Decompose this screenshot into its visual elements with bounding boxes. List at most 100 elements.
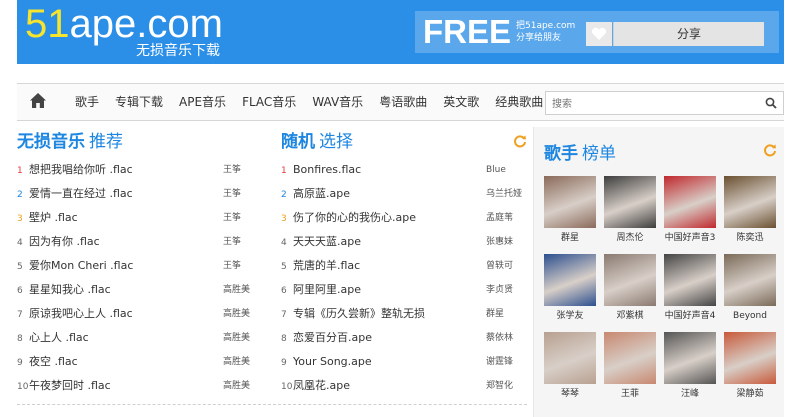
artist-photo[interactable] <box>664 254 716 306</box>
artist-name[interactable]: 中国好声音4 <box>664 306 716 327</box>
song-artist-link[interactable]: 群星 <box>486 302 504 326</box>
song-title-link[interactable]: 星星知我心 .flac <box>29 283 111 296</box>
song-artist-link[interactable]: 孟庭苇 <box>486 206 513 230</box>
artist-card[interactable]: 邓紫棋 <box>604 254 656 327</box>
song-artist-link[interactable]: 王筝 <box>223 206 241 230</box>
song-title-link[interactable]: 恋爱百分百.ape <box>293 331 372 344</box>
search-icon[interactable] <box>765 97 777 109</box>
nav-item[interactable]: FLAC音乐 <box>234 84 304 121</box>
artist-photo[interactable] <box>544 254 596 306</box>
artist-photo[interactable] <box>724 332 776 384</box>
song-rank: 8 <box>281 334 287 344</box>
nav-item[interactable]: 英文歌 <box>435 84 487 121</box>
song-artist-link[interactable]: 高胜美 <box>223 350 250 374</box>
artist-card[interactable]: 梁静茹 <box>724 332 776 405</box>
song-artist-link[interactable]: 高胜美 <box>223 374 250 398</box>
song-artist-link[interactable]: 王筝 <box>223 254 241 278</box>
artist-photo[interactable] <box>604 176 656 228</box>
song-title-link[interactable]: 伤了你的心的我伤心.ape <box>293 211 416 224</box>
song-artist-link[interactable]: 王筝 <box>223 182 241 206</box>
song-artist-link[interactable]: 乌兰托娅 <box>486 182 522 206</box>
artist-card[interactable]: 陈奕迅 <box>724 176 776 249</box>
artist-photo[interactable] <box>724 254 776 306</box>
artist-photo[interactable] <box>544 332 596 384</box>
artist-card[interactable]: Beyond <box>724 254 776 327</box>
artist-card[interactable]: 中国好声音4 <box>664 254 716 327</box>
artist-name[interactable]: 邓紫棋 <box>604 306 656 327</box>
song-artist-link[interactable]: 郑智化 <box>486 374 513 398</box>
song-artist-link[interactable]: 高胜美 <box>223 278 250 302</box>
artist-card[interactable]: 琴琴 <box>544 332 596 405</box>
song-title-link[interactable]: 专辑《历久尝新》整轨无损 <box>293 307 425 320</box>
song-title-link[interactable]: 壁炉 .flac <box>29 211 78 224</box>
song-artist-link[interactable]: Blue <box>486 158 506 182</box>
song-title-link[interactable]: 凤凰花.ape <box>293 379 350 392</box>
song-artist-link[interactable]: 高胜美 <box>223 302 250 326</box>
artist-photo[interactable] <box>664 176 716 228</box>
artist-name[interactable]: 群星 <box>544 228 596 249</box>
song-title-link[interactable]: Bonfires.flac <box>293 163 361 176</box>
artist-name[interactable]: 中国好声音3 <box>664 228 716 249</box>
artist-photo[interactable] <box>664 332 716 384</box>
artist-name[interactable]: Beyond <box>724 306 776 327</box>
nav-item[interactable]: 粤语歌曲 <box>371 84 435 121</box>
nav-item[interactable]: 专辑下载 <box>107 84 171 121</box>
song-artist-link[interactable]: 谢霆锋 <box>486 350 513 374</box>
song-list: 1 想把我唱给你听 .flac 王筝 2 爱情一直在经过 .flac 王筝 3 壁炉 .fla… <box>17 158 250 398</box>
song-artist-link[interactable]: 高胜美 <box>223 326 250 350</box>
home-icon[interactable] <box>29 92 47 110</box>
nav-item[interactable]: 经典歌曲 <box>487 84 551 121</box>
artist-photo[interactable] <box>604 332 656 384</box>
song-title-link[interactable]: 想把我唱给你听 .flac <box>29 163 133 176</box>
song-artist-link[interactable]: 张惠妹 <box>486 230 513 254</box>
song-rank: 9 <box>281 358 287 368</box>
artist-photo[interactable] <box>724 176 776 228</box>
song-title-link[interactable]: 荒唐的羊.flac <box>293 259 360 272</box>
song-title-link[interactable]: 夜空 .flac <box>29 355 78 368</box>
song-title-link[interactable]: Your Song.ape <box>293 355 372 368</box>
song-artist-link[interactable]: 李贞贤 <box>486 278 513 302</box>
lossless-list-title: 无损音乐 推荐 <box>17 132 123 152</box>
ranking-title: 歌手 榜单 <box>544 144 616 164</box>
nav-item[interactable]: APE音乐 <box>171 84 234 121</box>
artist-name[interactable]: 梁静茹 <box>724 384 776 405</box>
artist-name[interactable]: 周杰伦 <box>604 228 656 249</box>
song-title-link[interactable]: 爱你Mon Cheri .flac <box>29 259 133 272</box>
random-list-title: 随机 选择 <box>281 132 353 152</box>
song-title-link[interactable]: 原谅我吧心上人 .flac <box>29 307 133 320</box>
share-button[interactable]: 分享 <box>613 22 764 46</box>
song-list: 1 Bonfires.flac Blue 2 高原蓝.ape 乌兰托娅 3 伤了你的心的我伤心… <box>281 158 528 398</box>
artist-card[interactable]: 汪峰 <box>664 332 716 405</box>
song-artist-link[interactable]: 王筝 <box>223 230 241 254</box>
artist-card[interactable]: 群星 <box>544 176 596 249</box>
song-artist-link[interactable]: 王筝 <box>223 158 241 182</box>
artist-card[interactable]: 中国好声音3 <box>664 176 716 249</box>
song-title-link[interactable]: 心上人 .flac <box>29 331 89 344</box>
artist-name[interactable]: 王菲 <box>604 384 656 405</box>
search-input[interactable] <box>546 93 746 116</box>
artist-card[interactable]: 周杰伦 <box>604 176 656 249</box>
artist-photo[interactable] <box>544 176 596 228</box>
artist-name[interactable]: 琴琴 <box>544 384 596 405</box>
song-artist-link[interactable]: 蔡依林 <box>486 326 513 350</box>
song-title-link[interactable]: 爱情一直在经过 .flac <box>29 187 133 200</box>
song-title-link[interactable]: 高原蓝.ape <box>293 187 350 200</box>
nav-item[interactable]: 歌手 <box>67 84 107 121</box>
song-row: 9 Your Song.ape 谢霆锋 <box>281 350 528 374</box>
refresh-icon[interactable] <box>763 143 777 157</box>
song-rank: 4 <box>281 238 287 248</box>
artist-name[interactable]: 张学友 <box>544 306 596 327</box>
artist-card[interactable]: 张学友 <box>544 254 596 327</box>
song-title-link[interactable]: 阿里阿里.ape <box>293 283 361 296</box>
song-artist-link[interactable]: 曾轶可 <box>486 254 513 278</box>
song-title-link[interactable]: 天天天蓝.ape <box>293 235 361 248</box>
artist-name[interactable]: 陈奕迅 <box>724 228 776 249</box>
song-title-link[interactable]: 午夜梦回时 .flac <box>29 379 111 392</box>
song-title-link[interactable]: 因为有你 .flac <box>29 235 100 248</box>
artist-card[interactable]: 王菲 <box>604 332 656 405</box>
nav-item[interactable]: WAV音乐 <box>304 84 371 121</box>
heart-button[interactable] <box>586 22 612 46</box>
artist-photo[interactable] <box>604 254 656 306</box>
refresh-icon[interactable] <box>513 134 527 148</box>
artist-name[interactable]: 汪峰 <box>664 384 716 405</box>
